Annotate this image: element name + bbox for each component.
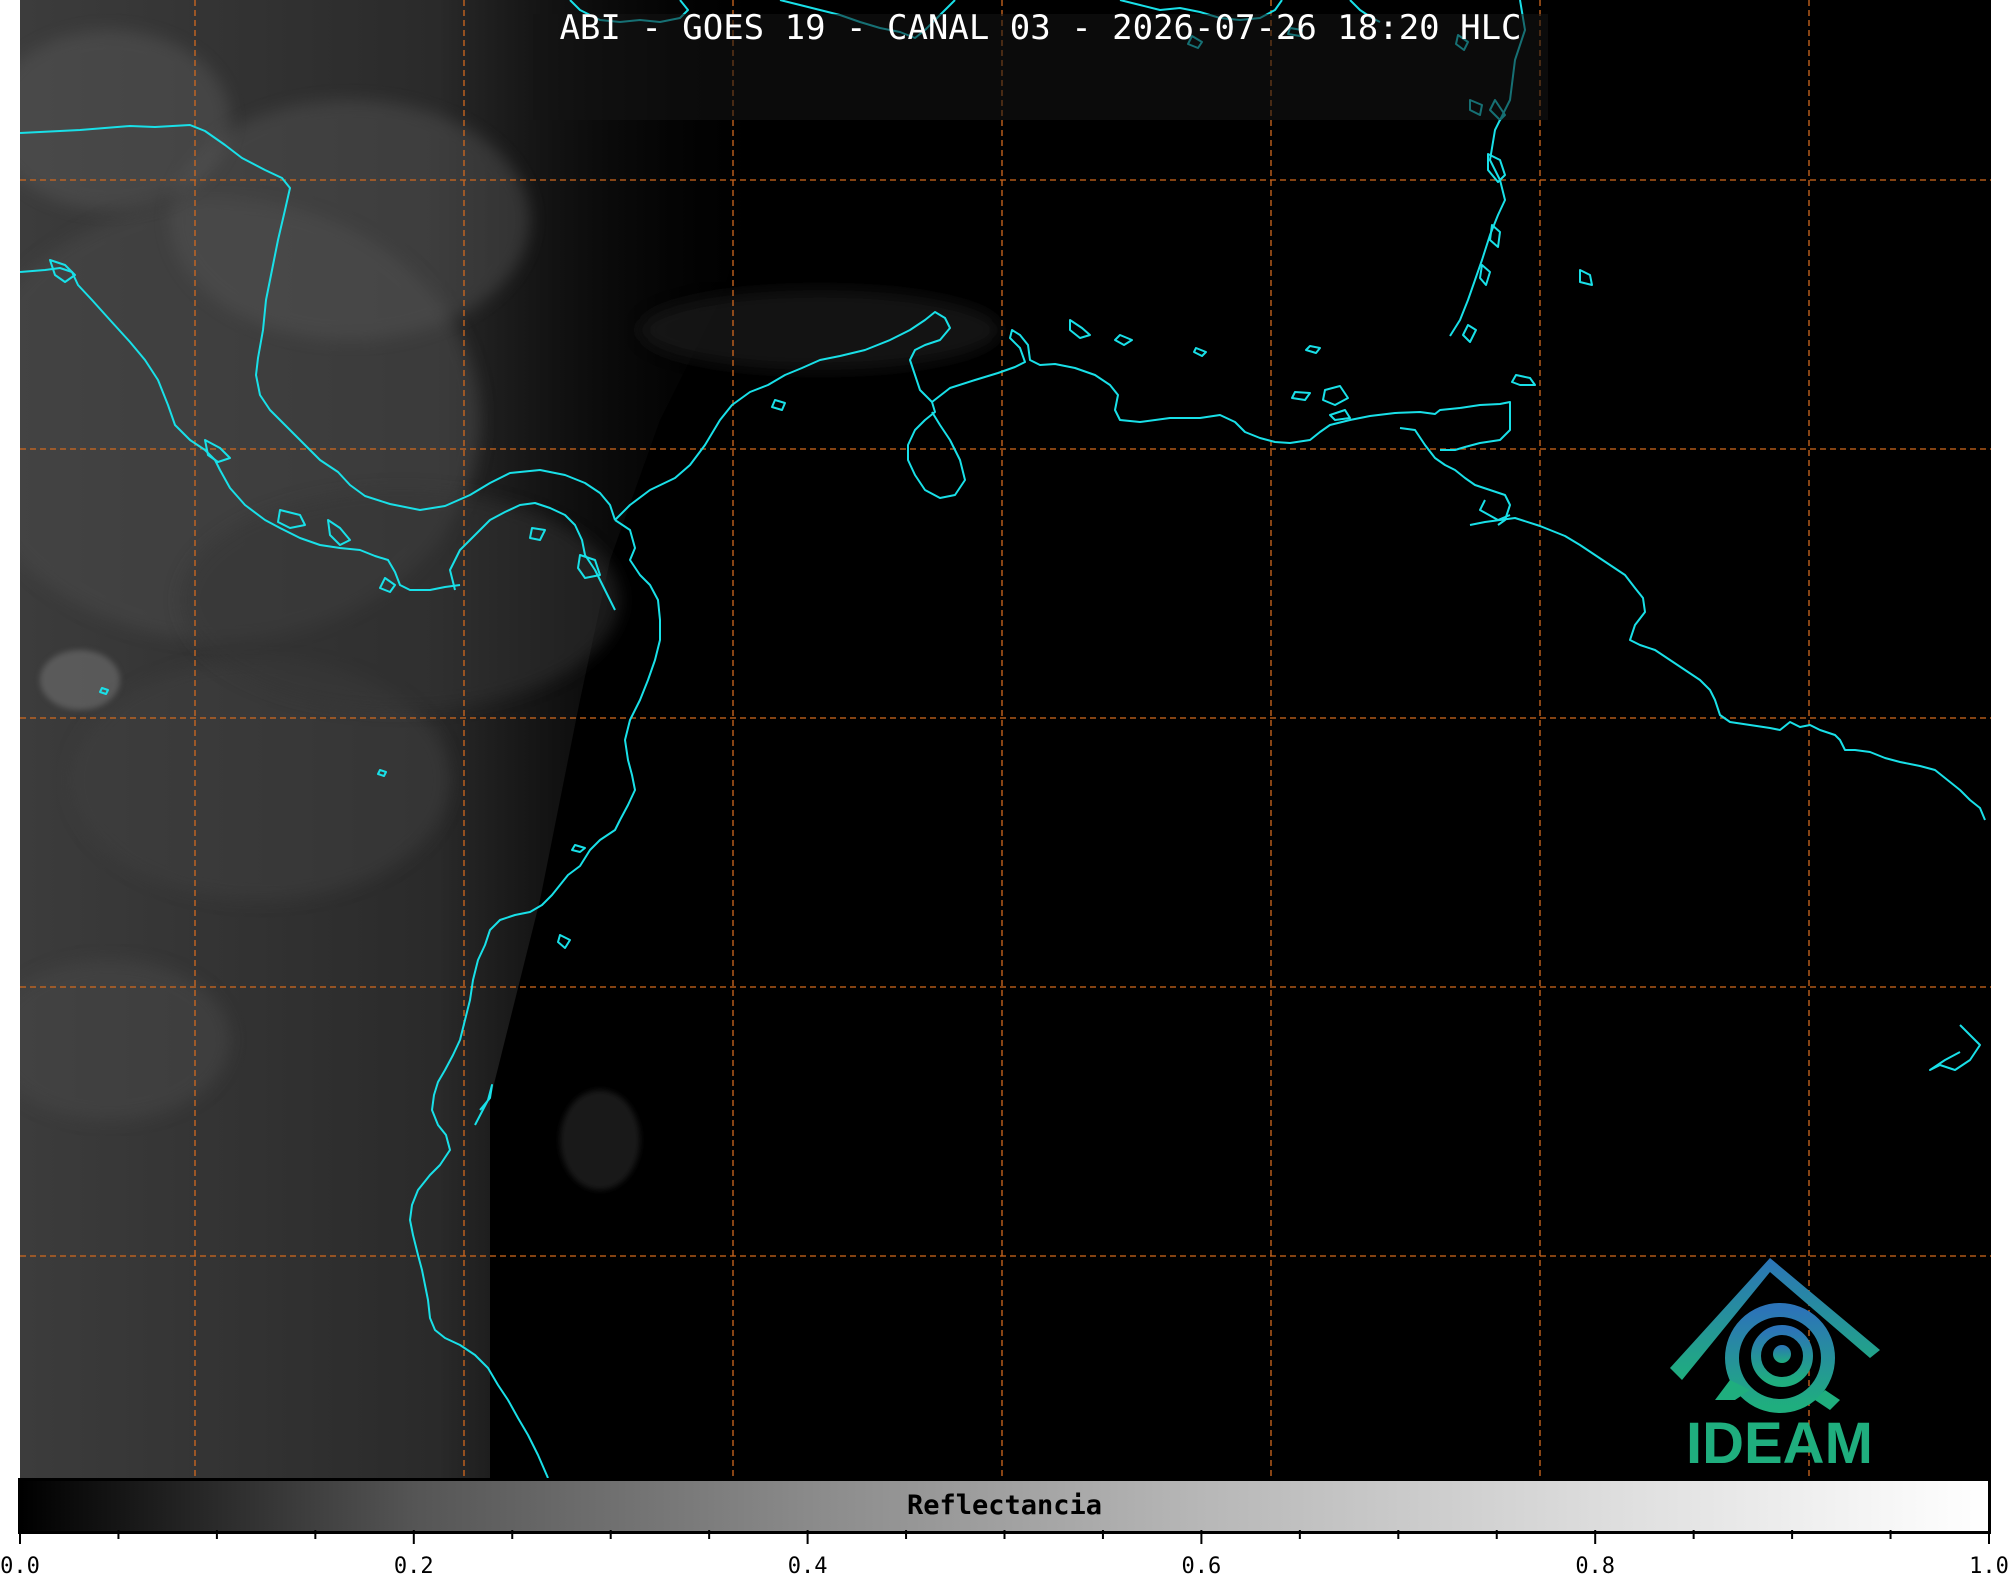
- colorbar-tick-label: 0.4: [787, 1554, 828, 1579]
- logo-text: IDEAM: [1686, 1411, 1873, 1476]
- colorbar-ticks: [19, 1530, 1990, 1544]
- title-box: ABI - GOES 19 - CANAL 03 - 2026-07-26 18…: [533, 8, 1548, 120]
- colorbar-tick-label: 1.0: [1969, 1554, 2009, 1579]
- colorbar-tick-label: 0.8: [1575, 1554, 1616, 1579]
- colorbar-tick-label: 0.0: [0, 1554, 40, 1579]
- colorbar-tick-label: 0.6: [1181, 1554, 1222, 1579]
- colorbar-label: Reflectancia: [906, 1490, 1103, 1521]
- map-title: ABI - GOES 19 - CANAL 03 - 2026-07-26 18…: [559, 8, 1522, 48]
- colorbar-axis: 0.0 0.2 0.4 0.6 0.8 1.0: [0, 1530, 2011, 1579]
- colorbar: Reflectancia: [18, 1478, 1991, 1534]
- colorbar-tick-label: 0.2: [393, 1554, 434, 1579]
